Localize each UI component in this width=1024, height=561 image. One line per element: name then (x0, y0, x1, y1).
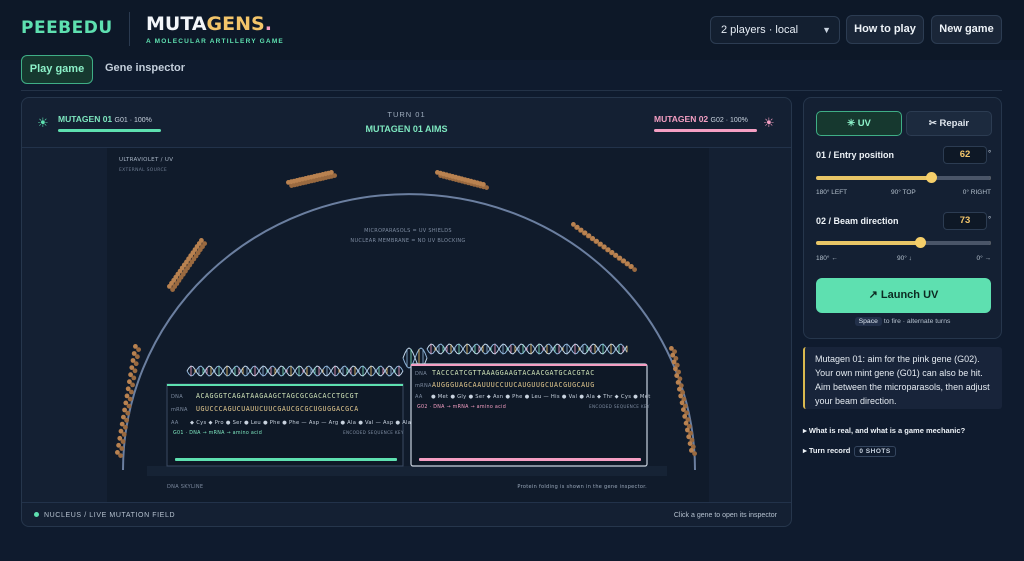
gene-g01[interactable]: DNA ACAGGGTCAGATAAGAAGCTAGCGCGACACCTGCGT… (166, 383, 411, 467)
players-select[interactable]: 2 players · local ▼ (710, 16, 840, 44)
game-footer: NUCLEUS / LIVE MUTATION FIELD Click a ge… (22, 502, 791, 526)
field-canvas: ULTRAVIOLET / UV EXTERNAL SOURCE MICROPA… (115, 157, 697, 490)
microparasol (170, 287, 175, 292)
gene-g02[interactable]: DNA TACCCATCGTTAAAGGAAGTACAACGATGCACGTAC… (410, 363, 651, 467)
game-header: ☀ MUTAGEN 01 G01 · 100% TURN 01 MUTAGEN … (22, 98, 791, 148)
svg-text:DNA: DNA (415, 371, 427, 377)
inspector-hint: Click a gene to open its inspector (673, 512, 777, 519)
real-vs-mechanic-toggle[interactable]: ▸ What is real, and what is a game mecha… (803, 426, 965, 435)
microparasol (130, 382, 135, 388)
svg-text:AA: AA (415, 394, 423, 400)
gene2-dna: TACCCATCGTTAAAGGAAGTACAACGATGCACGTAC (432, 369, 595, 377)
gene2-mrna: AUGGGUAGCAAUUUCCUUCAUGUUGCUACGUGCAUG (432, 381, 595, 389)
membrane-label: NUCLEAR MEMBRANE = NO UV BLOCKING (350, 238, 465, 244)
uv-source-label: EXTERNAL SOURCE (119, 167, 167, 173)
beam-degree-unit: ° (988, 215, 992, 224)
tab-divider (21, 90, 1002, 91)
shield-label: MICROPARASOLS = UV SHIELDS (364, 228, 452, 234)
player2-label: MUTAGEN 02 G02 · 100% (654, 114, 748, 124)
microparasol (124, 417, 129, 423)
pink-sun-icon: ☀ (763, 115, 775, 130)
microparasol (135, 354, 140, 360)
microparasol (119, 446, 125, 451)
microparasol (118, 453, 123, 458)
game-board: ☀ MUTAGEN 01 G01 · 100% TURN 01 MUTAGEN … (21, 97, 792, 527)
microparasol (632, 267, 637, 272)
mutation-field[interactable]: ULTRAVIOLET / UV EXTERNAL SOURCE MICROPA… (107, 148, 709, 502)
header-divider (129, 12, 130, 46)
microparasol (131, 375, 137, 381)
microparasol (129, 389, 134, 395)
microparasol (132, 368, 138, 374)
fire-hint: Space to fire · alternate turns (804, 317, 1001, 326)
beam-direction-slider[interactable] (816, 237, 991, 248)
gene2-amino-acids: ● Met ● Gly ● Ser ◆ Asn ● Phe ● Leu — Hi… (431, 394, 651, 400)
gene1-mrna: UGUCCCAGUCUAUUCUUCGAUCGCGCUGUGGACGCA (196, 405, 359, 413)
new-game-button[interactable]: New game (931, 15, 1002, 44)
brand-subtitle: A MOLECULAR ARTILLERY GAME (146, 38, 284, 45)
beam-direction-input[interactable]: 73 (943, 212, 987, 230)
space-key: Space (854, 317, 882, 326)
svg-text:AA: AA (171, 420, 179, 426)
svg-text:DNA: DNA (171, 394, 183, 400)
svg-text:ENCODED SEQUENCE KEY: ENCODED SEQUENCE KEY (589, 404, 650, 409)
beam-slider-knob[interactable] (915, 237, 927, 248)
microparasol (484, 185, 489, 190)
turn-message: Mutagen 01: aim for the pink gene (G02).… (803, 347, 1002, 409)
uv-mode-button[interactable]: ✳ UV (816, 111, 902, 136)
how-to-play-button[interactable]: How to play (846, 15, 924, 44)
folding-note: Protein folding is shown in the gene ins… (517, 484, 647, 490)
skyline-ground (147, 466, 667, 476)
microparasol (121, 432, 127, 437)
svg-text:ENCODED SEQUENCE KEY: ENCODED SEQUENCE KEY (343, 430, 404, 435)
shots-badge: 0 SHOTS (854, 446, 896, 457)
player2-health-bar (654, 129, 757, 132)
gene1-amino-acids: ◆ Cys ◆ Pro ● Ser ● Leu ● Phe ● Phe — As… (190, 420, 411, 426)
peebedu-logo[interactable]: PEEBEDU (21, 18, 113, 38)
turn-record-toggle[interactable]: ▸ Turn record 0 SHOTS (803, 446, 896, 457)
tab-play-game[interactable]: Play game (21, 55, 93, 84)
microparasol (332, 173, 337, 178)
launch-uv-button[interactable]: ↗ Launch UV (816, 278, 991, 313)
svg-text:mRNA: mRNA (415, 383, 432, 389)
microparasol (126, 403, 132, 409)
beam-direction-label: 02 / Beam direction (816, 216, 899, 226)
live-dot-icon (34, 512, 39, 517)
gene1-dna: ACAGGGTCAGATAAGAAGCTAGCGCGACACCTGCGT (196, 392, 359, 400)
microparasol (120, 439, 126, 444)
gene2-health-line (419, 458, 641, 461)
svg-text:G01 · DNA → mRNA → amino acid: G01 · DNA → mRNA → amino acid (173, 430, 262, 436)
nucleus-status: NUCLEUS / LIVE MUTATION FIELD (34, 512, 175, 519)
microparasol (133, 361, 139, 367)
tab-gene-inspector[interactable]: Gene inspector (100, 55, 190, 84)
microparasol (125, 410, 131, 416)
entry-position-label: 01 / Entry position (816, 150, 895, 160)
repair-mode-button[interactable]: ✂ Repair (906, 111, 992, 136)
chevron-down-icon: ▼ (822, 25, 831, 35)
svg-text:mRNA: mRNA (171, 407, 188, 413)
controls-panel: ✳ UV ✂ Repair 01 / Entry position 62 ° 1… (803, 97, 1002, 339)
svg-text:G02 · DNA → mRNA → amino acid: G02 · DNA → mRNA → amino acid (417, 404, 506, 410)
microparasol (127, 396, 133, 402)
microparasol (136, 347, 141, 352)
dna-skyline-label: DNA SKYLINE (167, 484, 203, 490)
entry-position-slider[interactable] (816, 172, 991, 183)
entry-slider-knob[interactable] (925, 172, 937, 183)
uv-label: ULTRAVIOLET / UV (119, 157, 173, 163)
entry-position-input[interactable]: 62 (943, 146, 987, 164)
microparasol (123, 424, 128, 430)
mutagens-title: MUTAGENS. (146, 13, 272, 35)
gene1-health-line (175, 458, 397, 461)
entry-degree-unit: ° (988, 149, 992, 158)
microparasol (692, 451, 697, 456)
